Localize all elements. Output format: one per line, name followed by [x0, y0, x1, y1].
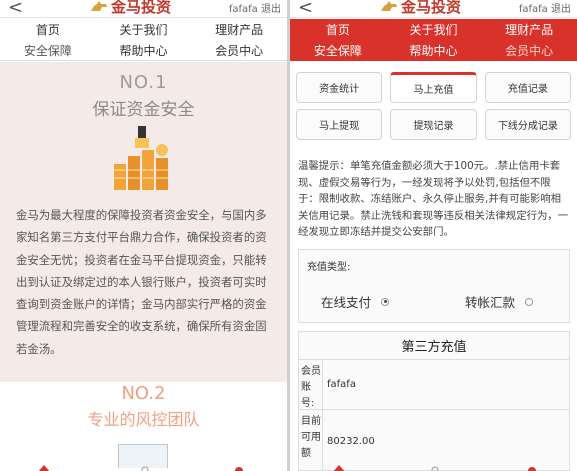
home-icon[interactable]	[37, 463, 51, 471]
recharge-type-label: 充值类型:	[307, 262, 351, 273]
user-icon[interactable]	[138, 463, 152, 471]
nav-help[interactable]: 帮助中心	[96, 40, 192, 61]
logo-text: 金马投资	[111, 0, 172, 16]
security-section: NO.1 保证资金安全 金马为最大程度的保障投资者资金安全，与国内多家知名第三方…	[0, 62, 287, 382]
horse-logo-icon	[91, 1, 107, 11]
logo: 金马投资	[90, 0, 172, 16]
user-area: fafafa 退出	[229, 0, 281, 15]
section-title-2: 专业的风控团队	[87, 410, 200, 429]
nav-security[interactable]: 安全保障	[290, 40, 386, 61]
tab-referral-records[interactable]: 下线分成记录	[484, 109, 571, 140]
balance-value: 80232.00	[327, 435, 375, 447]
radio-transfer[interactable]	[525, 297, 534, 306]
third-party-title: 第三方充值	[299, 332, 569, 360]
radio-online[interactable]	[381, 297, 390, 306]
nav-help[interactable]: 帮助中心	[386, 40, 482, 61]
recharge-notice: 温馨提示：单笔充值金额必须大于100元。.禁止信用卡套现、虚假交易等行为，一经发…	[298, 160, 569, 238]
section-title: 保证资金安全	[92, 100, 195, 120]
nav-home[interactable]: 首页	[0, 19, 96, 40]
option-online-label: 在线支付	[321, 295, 372, 310]
security-description: 金马为最大程度的保障投资者资金安全，与国内多家知名第三方支付平台鼎力合作，确保投…	[16, 208, 267, 356]
member-value: fafafa	[327, 379, 356, 390]
main-nav: 首页 关于我们 理财产品 安全保障 帮助中心 会员中心	[290, 19, 577, 61]
member-row: 会员账号: fafafa	[299, 360, 569, 410]
logo-text: 金马投资	[401, 0, 462, 16]
logo: 金马投资	[380, 0, 462, 16]
third-party-recharge: 第三方充值 会员账号: fafafa 目前可用额 80232.00	[298, 331, 570, 471]
member-label: 会员账号:	[299, 360, 323, 409]
balance-row: 目前可用额 80232.00	[299, 410, 569, 471]
nav-member[interactable]: 会员中心	[481, 40, 577, 61]
user-icon[interactable]	[428, 463, 442, 471]
logout-link[interactable]: 退出	[551, 4, 571, 15]
option-bank-transfer[interactable]: 转帐汇款	[465, 292, 534, 311]
nav-about[interactable]: 关于我们	[96, 19, 192, 40]
tab-recharge-records[interactable]: 充值记录	[484, 72, 571, 103]
back-icon[interactable]: <	[8, 0, 23, 18]
main-nav: 首页 关于我们 理财产品 安全保障 帮助中心 会员中心	[0, 19, 287, 61]
home-icon[interactable]	[332, 463, 346, 471]
section-number: NO.1	[119, 72, 168, 93]
option-transfer-label: 转帐汇款	[465, 295, 516, 310]
top-bar: < 金马投资 fafafa 退出	[290, 0, 577, 18]
nav-home[interactable]: 首页	[290, 19, 386, 40]
top-bar: < 金马投资 fafafa 退出	[0, 0, 287, 18]
logout-link[interactable]: 退出	[261, 4, 281, 15]
horse-logo-icon	[381, 1, 397, 11]
back-icon[interactable]: <	[298, 0, 313, 18]
nav-member[interactable]: 会员中心	[191, 40, 287, 61]
member-icon[interactable]	[525, 463, 539, 471]
user-area: fafafa 退出	[519, 0, 571, 15]
tab-withdraw[interactable]: 马上提现	[296, 109, 383, 140]
nav-security[interactable]: 安全保障	[0, 40, 96, 61]
username: fafafa	[228, 4, 258, 15]
recharge-type-box: 充值类型: 在线支付 转帐汇款	[298, 249, 570, 323]
tab-recharge[interactable]: 马上充值	[390, 72, 477, 103]
member-icon[interactable]	[232, 463, 246, 471]
section-number-2: NO.2	[121, 383, 166, 404]
balance-label: 目前可用额	[299, 410, 323, 471]
right-screen: < 金马投资 fafafa 退出 首页 关于我们 理财产品 安全保障 帮助中心 …	[290, 0, 577, 471]
username: fafafa	[518, 4, 548, 15]
account-tabs: 资金统计 马上充值 充值记录 马上提现 提现记录 下线分成记录	[296, 72, 571, 140]
option-online-payment[interactable]: 在线支付	[321, 292, 390, 311]
nav-about[interactable]: 关于我们	[386, 19, 482, 40]
coins-icon	[114, 126, 168, 190]
left-screen: < 金马投资 fafafa 退出 首页 关于我们 理财产品 安全保障 帮助中心 …	[0, 0, 287, 471]
nav-products[interactable]: 理财产品	[191, 19, 287, 40]
tab-fund-stats[interactable]: 资金统计	[296, 72, 383, 103]
nav-products[interactable]: 理财产品	[481, 19, 577, 40]
tab-withdraw-records[interactable]: 提现记录	[390, 109, 477, 140]
